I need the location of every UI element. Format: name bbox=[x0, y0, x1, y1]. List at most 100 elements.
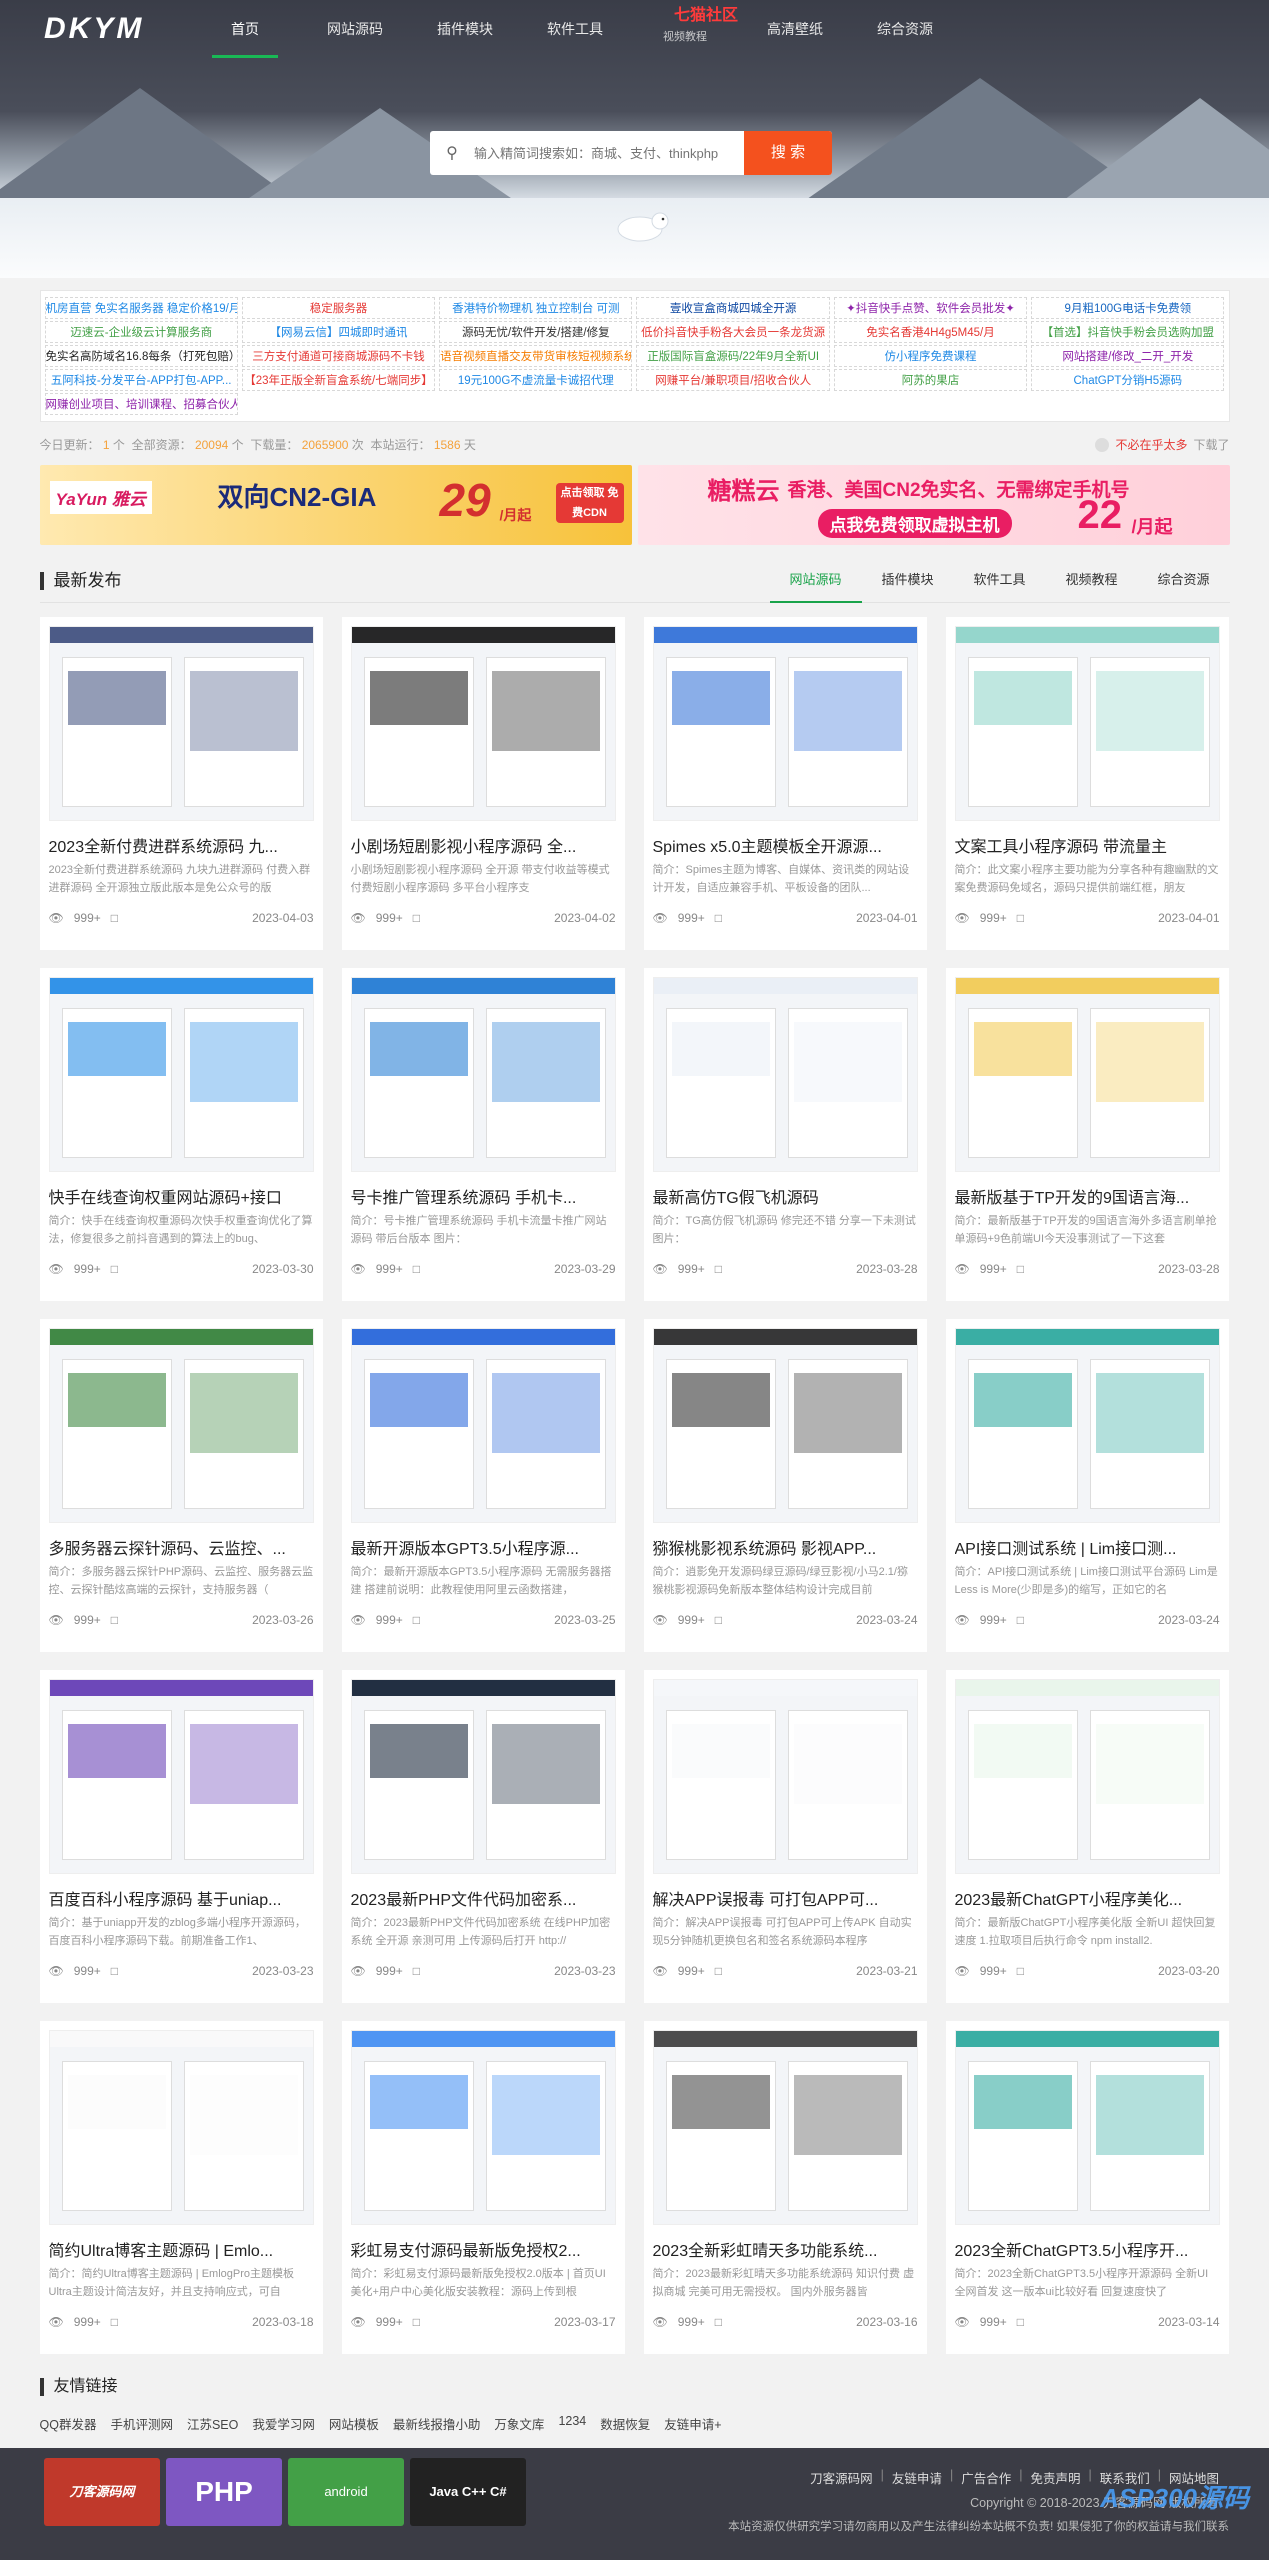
resource-card[interactable]: 号卡推广管理系统源码 手机卡... 简介：号卡推广管理系统源码 手机卡流量卡推广网… bbox=[341, 968, 625, 1301]
ad-text-link[interactable]: 源码无忧/软件开发/搭建/修复 bbox=[439, 321, 633, 343]
tab-plugins[interactable]: 插件模块 bbox=[862, 559, 954, 603]
nav-website-source[interactable]: 网站源码 bbox=[300, 0, 410, 60]
card-thumbnail[interactable] bbox=[954, 626, 1220, 821]
card-thumbnail[interactable] bbox=[350, 1328, 616, 1523]
card-title[interactable]: 彩虹易支付源码最新版免授权2... bbox=[351, 2237, 616, 2259]
ad-text-link[interactable]: 仿小程序免费课程 bbox=[833, 345, 1028, 367]
friend-link[interactable]: 最新线报撸小助 bbox=[393, 2414, 481, 2433]
friend-link[interactable]: QQ群发器 bbox=[40, 2414, 97, 2433]
ad-text-link[interactable]: 免实名香港4H4g5M45/月 bbox=[833, 321, 1028, 343]
friend-link[interactable]: 我爱学习网 bbox=[252, 2414, 315, 2433]
card-thumbnail[interactable] bbox=[652, 977, 918, 1172]
footer-nav-link[interactable]: 友链申请 bbox=[892, 2468, 942, 2487]
ad-text-link[interactable]: ✦抖音快手点赞、软件会员批发✦ bbox=[833, 297, 1028, 319]
card-title[interactable]: 2023全新彩虹晴天多功能系统... bbox=[653, 2237, 918, 2259]
friend-link[interactable]: 万象文库 bbox=[494, 2414, 544, 2433]
ad-text-link[interactable]: 语音视频直播交友带货审核短视频系统 bbox=[439, 345, 633, 367]
ad-text-link[interactable]: 低价抖音快手粉各大会员一条龙货源 bbox=[636, 321, 830, 343]
ad-text-link[interactable]: 三方支付通道可接商城源码不卡钱 bbox=[241, 345, 436, 367]
friend-link[interactable]: 数据恢复 bbox=[600, 2414, 650, 2433]
resource-card[interactable]: 2023全新ChatGPT3.5小程序开... 简介：2023全新ChatGPT3… bbox=[945, 2021, 1229, 2354]
ad-text-link[interactable]: 机房直营 免实名服务器 稳定价格19/月 bbox=[44, 297, 238, 319]
friend-link[interactable]: 网站模板 bbox=[329, 2414, 379, 2433]
ad-text-link[interactable]: 稳定服务器 bbox=[241, 297, 436, 319]
footer-nav-link[interactable]: 免责声明 bbox=[1030, 2468, 1080, 2487]
resource-card[interactable]: API接口测试系统 | Lim接口测... 简介：API接口测试系统 | Lim接… bbox=[945, 1319, 1229, 1652]
ad-text-link[interactable]: 网赚创业项目、培训课程、招募合伙人 bbox=[44, 393, 238, 415]
banner-tanggao[interactable]: 糖糕云 香港、美国CN2免实名、无需绑定手机号 点我免费领取虚拟主机 22 /月… bbox=[637, 465, 1230, 545]
ad-text-link[interactable]: 【网易云信】四城即时通讯 bbox=[241, 321, 436, 343]
card-title[interactable]: 最新开源版本GPT3.5小程序源... bbox=[351, 1535, 616, 1557]
resource-card[interactable]: 百度百科小程序源码 基于uniap... 简介：基于uniapp开发的zblog多… bbox=[39, 1670, 323, 2003]
resource-card[interactable]: 最新开源版本GPT3.5小程序源... 简介：最新开源版本GPT3.5小程序源码 … bbox=[341, 1319, 625, 1652]
search-button[interactable]: 搜 索 bbox=[744, 131, 832, 175]
card-title[interactable]: 号卡推广管理系统源码 手机卡... bbox=[351, 1184, 616, 1206]
resource-card[interactable]: 猕猴桃影视系统源码 影视APP... 简介：逍影免开发源码绿豆源码/绿豆影视/小马… bbox=[643, 1319, 927, 1652]
resource-card[interactable]: 小剧场短剧影视小程序源码 全... 小剧场短剧影视小程序源码 全开源 带支付收益等… bbox=[341, 617, 625, 950]
card-thumbnail[interactable] bbox=[954, 2030, 1220, 2225]
card-thumbnail[interactable] bbox=[652, 2030, 918, 2225]
card-title[interactable]: 2023最新PHP文件代码加密系... bbox=[351, 1886, 616, 1908]
recent-download-user[interactable]: 不必在乎太多 bbox=[1115, 436, 1187, 453]
ad-text-link[interactable]: 【23年正版全新盲盒系统/七端同步】 bbox=[241, 369, 436, 391]
resource-card[interactable]: 2023全新付费进群系统源码 九... 2023全新付费进群系统源码 九块九进群源… bbox=[39, 617, 323, 950]
card-title[interactable]: 最新高仿TG假飞机源码 bbox=[653, 1184, 918, 1206]
card-thumbnail[interactable] bbox=[350, 626, 616, 821]
card-title[interactable]: 2023全新付费进群系统源码 九... bbox=[49, 833, 314, 855]
card-thumbnail[interactable] bbox=[954, 977, 1220, 1172]
card-thumbnail[interactable] bbox=[350, 977, 616, 1172]
card-thumbnail[interactable] bbox=[48, 1679, 314, 1874]
ad-text-link[interactable]: 香港特价物理机 独立控制台 可测 bbox=[439, 297, 633, 319]
card-title[interactable]: 2023全新ChatGPT3.5小程序开... bbox=[955, 2237, 1220, 2259]
ad-text-link[interactable]: 壹收宣盒商城四城全开源 bbox=[636, 297, 830, 319]
ad-text-link[interactable]: 网站搭建/修改_二开_开发 bbox=[1031, 345, 1225, 367]
card-title[interactable]: 解决APP误报毒 可打包APP可... bbox=[653, 1886, 918, 1908]
card-thumbnail[interactable] bbox=[954, 1328, 1220, 1523]
nav-resources[interactable]: 综合资源 bbox=[850, 0, 960, 60]
ad-text-link[interactable]: 正版国际盲盒源码/22年9月全新UI bbox=[636, 345, 830, 367]
card-title[interactable]: Spimes x5.0主题模板全开源源... bbox=[653, 833, 918, 855]
card-title[interactable]: 小剧场短剧影视小程序源码 全... bbox=[351, 833, 616, 855]
card-title[interactable]: 快手在线查询权重网站源码+接口 bbox=[49, 1184, 314, 1206]
resource-card[interactable]: 彩虹易支付源码最新版免授权2... 简介：彩虹易支付源码最新版免授权2.0版本 |… bbox=[341, 2021, 625, 2354]
nav-software-tools[interactable]: 软件工具 bbox=[520, 0, 630, 60]
card-title[interactable]: API接口测试系统 | Lim接口测... bbox=[955, 1535, 1220, 1557]
ad-text-link[interactable]: 迈速云-企业级云计算服务商 bbox=[44, 321, 238, 343]
resource-card[interactable]: 最新高仿TG假飞机源码 简介：TG高仿假飞机源码 修完还不错 分享一下未测试图片：… bbox=[643, 968, 927, 1301]
card-title[interactable]: 最新版基于TP开发的9国语言海... bbox=[955, 1184, 1220, 1206]
card-title[interactable]: 多服务器云探针源码、云监控、... bbox=[49, 1535, 314, 1557]
friend-link[interactable]: 友链申请+ bbox=[664, 2414, 721, 2433]
card-thumbnail[interactable] bbox=[652, 1328, 918, 1523]
friend-link[interactable]: 江苏SEO bbox=[187, 2414, 238, 2433]
ad-text-link[interactable]: 19元100G不虚流量卡诚招代理 bbox=[439, 369, 633, 391]
card-thumbnail[interactable] bbox=[48, 977, 314, 1172]
resource-card[interactable]: 简约Ultra博客主题源码 | Emlo... 简介：简约Ultra博客主题源码 … bbox=[39, 2021, 323, 2354]
ad-text-link[interactable]: 五阿科技-分发平台-APP打包-APP... bbox=[44, 369, 238, 391]
card-thumbnail[interactable] bbox=[954, 1679, 1220, 1874]
friend-link[interactable]: 1234 bbox=[558, 2414, 586, 2433]
resource-card[interactable]: 2023全新彩虹晴天多功能系统... 简介：2023最新彩虹晴天多功能系统源码 知… bbox=[643, 2021, 927, 2354]
card-thumbnail[interactable] bbox=[350, 2030, 616, 2225]
card-title[interactable]: 简约Ultra博客主题源码 | Emlo... bbox=[49, 2237, 314, 2259]
ad-text-link[interactable]: 阿苏的果店 bbox=[833, 369, 1028, 391]
card-title[interactable]: 百度百科小程序源码 基于uniap... bbox=[49, 1886, 314, 1908]
nav-plugins[interactable]: 插件模块 bbox=[410, 0, 520, 60]
card-title[interactable]: 文案工具小程序源码 带流量主 bbox=[955, 833, 1220, 855]
banner-yayun[interactable]: YaYun 雅云 双向CN2-GIA 29 /月起 点击领取 免费CDN bbox=[39, 465, 632, 545]
tab-video-tutorials[interactable]: 视频教程 bbox=[1046, 559, 1138, 603]
footer-nav-link[interactable]: 刀客源码网 bbox=[810, 2468, 873, 2487]
ad-text-link[interactable]: 9月粗100G电话卡免费领 bbox=[1031, 297, 1225, 319]
resource-card[interactable]: 最新版基于TP开发的9国语言海... 简介：最新版基于TP开发的9国语言海外多语言… bbox=[945, 968, 1229, 1301]
footer-nav-link[interactable]: 广告合作 bbox=[961, 2468, 1011, 2487]
card-thumbnail[interactable] bbox=[48, 2030, 314, 2225]
card-thumbnail[interactable] bbox=[48, 626, 314, 821]
nav-wallpapers[interactable]: 高清壁纸 bbox=[740, 0, 850, 60]
ad-text-link[interactable]: 免实名高防域名16.8每条（打死包赔） bbox=[44, 345, 238, 367]
friend-link[interactable]: 手机评测网 bbox=[110, 2414, 173, 2433]
tab-software-tools[interactable]: 软件工具 bbox=[954, 559, 1046, 603]
resource-card[interactable]: 2023最新ChatGPT小程序美化... 简介：最新版ChatGPT小程序美化版… bbox=[945, 1670, 1229, 2003]
nav-video-tutorials[interactable]: 七猫社区 视频教程 bbox=[630, 0, 740, 60]
card-thumbnail[interactable] bbox=[350, 1679, 616, 1874]
resource-card[interactable]: 2023最新PHP文件代码加密系... 简介：2023最新PHP文件代码加密系统 … bbox=[341, 1670, 625, 2003]
nav-home[interactable]: 首页 bbox=[190, 0, 300, 60]
